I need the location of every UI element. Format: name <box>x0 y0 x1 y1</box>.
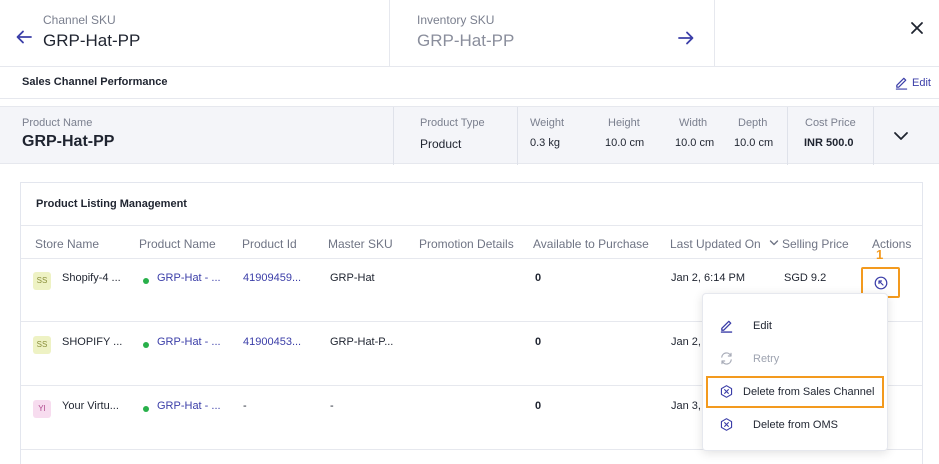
column-header[interactable]: Promotion Details <box>419 237 514 251</box>
sku-header: Channel SKU GRP-Hat-PP Inventory SKU GRP… <box>0 0 939 67</box>
product-name-link[interactable]: GRP-Hat - ... <box>157 272 221 284</box>
product-summary: Product Name GRP-Hat-PP Product Type Pro… <box>0 106 939 165</box>
column-header[interactable]: Master SKU <box>328 237 393 251</box>
section-title: Sales Channel Performance <box>22 76 168 88</box>
master-sku-cell: GRP-Hat <box>330 272 375 284</box>
avatar: YI <box>33 400 51 418</box>
channel-sku-label: Channel SKU <box>43 13 116 27</box>
menu-item-label: Retry <box>753 353 780 365</box>
master-sku-cell: - <box>330 400 334 412</box>
status-dot <box>143 406 149 412</box>
channel-sku-value: GRP-Hat-PP <box>43 31 141 50</box>
listing-title: Product Listing Management <box>36 198 187 210</box>
depth-label: Depth <box>738 117 768 129</box>
menu-item-delete-from-oms[interactable]: Delete from OMS <box>703 411 889 439</box>
avatar: SS <box>33 272 51 290</box>
product-name-link[interactable]: GRP-Hat - ... <box>157 400 221 412</box>
column-header[interactable]: Store Name <box>35 237 99 251</box>
selling-price-cell: SGD 9.2 <box>784 272 827 284</box>
section-header: Sales Channel Performance Edit <box>0 67 939 99</box>
divider <box>787 107 788 165</box>
last-updated-cell: Jan 3, <box>671 400 701 412</box>
menu-item-label: Delete from Sales Channel <box>743 386 875 398</box>
inventory-sku-label: Inventory SKU <box>417 13 495 27</box>
cost-price-label: Cost Price <box>805 117 856 129</box>
actions-icon <box>874 276 887 289</box>
product-type-label: Product Type <box>420 117 485 129</box>
column-header[interactable]: Last Updated On <box>670 237 761 251</box>
available-cell: 0 <box>535 336 542 348</box>
arrow-right-icon[interactable] <box>676 28 696 48</box>
edit-link[interactable]: Edit <box>894 75 931 90</box>
chevron-down-icon[interactable] <box>891 126 911 146</box>
channel-sku-panel: Channel SKU GRP-Hat-PP <box>0 0 390 67</box>
edit-label: Edit <box>912 76 931 89</box>
cost-price-value: INR 500.0 <box>804 137 854 149</box>
pencil-icon <box>895 77 908 90</box>
available-cell: 0 <box>535 272 542 284</box>
column-header[interactable]: Selling Price <box>782 237 849 251</box>
product-name-value: GRP-Hat-PP <box>22 133 115 150</box>
pencil-icon <box>720 320 733 333</box>
product-id-link[interactable]: 41900453... <box>243 336 301 348</box>
status-dot <box>143 278 149 284</box>
divider <box>873 107 874 165</box>
sort-chevron-down-icon[interactable] <box>769 238 779 248</box>
actions-menu: Edit Retry Delete from Sales Channel Del… <box>702 293 888 451</box>
product-name-cell: Product Name GRP-Hat-PP <box>22 107 382 165</box>
column-header[interactable]: Product Id <box>242 237 297 251</box>
width-value: 10.0 cm <box>675 137 715 149</box>
callout-number: 1 <box>876 247 884 262</box>
status-dot <box>143 342 149 348</box>
column-header[interactable]: Product Name <box>139 237 216 251</box>
store-name-cell: Shopify-4 ... <box>62 272 121 284</box>
menu-item-delete-from-sales-channel[interactable]: Delete from Sales Channel <box>706 376 884 408</box>
product-type-value: Product <box>420 137 462 151</box>
depth-value: 10.0 cm <box>734 137 774 149</box>
master-sku-cell: GRP-Hat-P... <box>330 336 394 348</box>
close-icon[interactable] <box>907 18 927 38</box>
weight-value: 0.3 kg <box>530 137 560 149</box>
menu-item-retry[interactable]: Retry <box>703 345 889 373</box>
menu-item-label: Edit <box>753 320 772 332</box>
product-id-link[interactable]: 41909459... <box>243 272 301 284</box>
height-value: 10.0 cm <box>605 137 645 149</box>
avatar: SS <box>33 336 51 354</box>
delete-circle-x-icon <box>720 418 733 431</box>
menu-item-label: Delete from OMS <box>753 419 838 431</box>
product-name-link[interactable]: GRP-Hat - ... <box>157 336 221 348</box>
table-header: Store Name Product Name Product Id Maste… <box>21 225 922 259</box>
store-name-cell: Your Virtu... <box>62 400 119 412</box>
last-updated-cell: Jan 2, 6:14 PM <box>671 272 745 284</box>
arrow-left-icon[interactable] <box>14 27 34 47</box>
delete-circle-x-icon <box>720 385 733 398</box>
product-id-cell: - <box>243 400 247 412</box>
divider <box>517 107 518 165</box>
divider <box>393 107 394 165</box>
height-label: Height <box>608 117 640 129</box>
column-header[interactable]: Available to Purchase <box>533 237 649 251</box>
retry-icon <box>721 352 732 365</box>
store-name-cell: SHOPIFY ... <box>62 336 123 348</box>
product-name-label: Product Name <box>22 117 93 129</box>
last-updated-cell: Jan 2, <box>671 336 701 348</box>
available-cell: 0 <box>535 400 542 412</box>
menu-item-edit[interactable]: Edit <box>703 312 889 340</box>
inventory-sku-value: GRP-Hat-PP <box>417 31 515 50</box>
inventory-sku-panel: Inventory SKU GRP-Hat-PP <box>390 0 715 67</box>
weight-label: Weight <box>530 117 565 129</box>
width-label: Width <box>679 117 708 129</box>
